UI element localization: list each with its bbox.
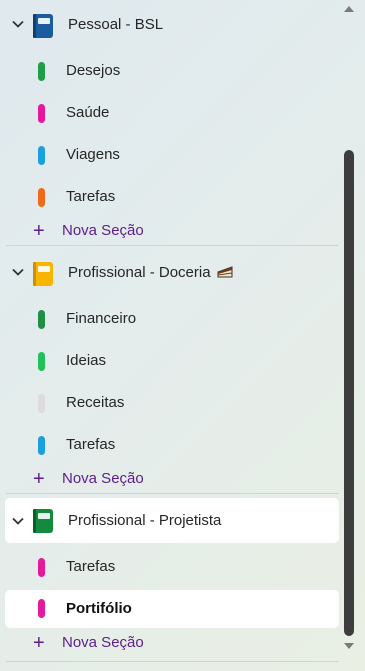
section-saude[interactable]: Saúde — [0, 92, 340, 134]
section-label: Saúde — [66, 104, 110, 121]
section-color-tab — [38, 188, 45, 207]
plus-icon: + — [33, 220, 45, 242]
notebook-icon — [33, 509, 53, 533]
scrollbar-thumb[interactable] — [344, 150, 354, 636]
divider — [6, 493, 339, 494]
section-label: Tarefas — [66, 188, 116, 205]
section-tarefas[interactable]: Tarefas — [0, 546, 340, 588]
chevron-down-icon[interactable] — [12, 515, 24, 527]
section-label: Portifólio — [66, 600, 132, 617]
section-label: Viagens — [66, 146, 120, 163]
section-color-tab — [38, 146, 45, 165]
notebook-pessoal-bsl[interactable]: Pessoal - BSL — [0, 4, 340, 46]
add-section-label: Nova Seção — [62, 470, 144, 487]
chevron-down-icon[interactable] — [12, 18, 24, 30]
notebook-name: Profissional - Doceria — [68, 264, 211, 281]
notebook-label: Pessoal - BSL — [68, 16, 164, 33]
notebook-profissional-doceria[interactable]: Profissional - Doceria — [0, 252, 340, 294]
section-color-tab — [38, 62, 45, 81]
section-color-tab — [38, 436, 45, 455]
notebook-icon — [33, 262, 53, 286]
notebook-profissional-projetista[interactable]: Profissional - Projetista — [5, 498, 339, 543]
chevron-down-icon[interactable] — [12, 266, 24, 278]
notebook-label: Profissional - Doceria — [68, 252, 233, 294]
section-color-tab — [38, 352, 45, 371]
section-label: Tarefas — [66, 558, 116, 575]
section-label: Ideias — [66, 352, 107, 369]
add-section-button[interactable]: + Nova Seção — [0, 216, 340, 246]
divider — [6, 245, 339, 246]
add-section-button[interactable]: + Nova Seção — [0, 628, 340, 658]
plus-icon: + — [33, 632, 45, 654]
section-ideias[interactable]: Ideias — [0, 340, 340, 382]
scroll-down-arrow-icon[interactable] — [344, 643, 354, 649]
section-tarefas[interactable]: Tarefas — [0, 176, 340, 218]
cake-icon — [217, 266, 233, 278]
section-color-tab — [38, 558, 45, 577]
add-section-label: Nova Seção — [62, 222, 144, 239]
section-color-tab — [38, 599, 45, 618]
section-label: Receitas — [66, 394, 125, 411]
section-color-tab — [38, 310, 45, 329]
add-section-label: Nova Seção — [62, 634, 144, 651]
section-color-tab — [38, 104, 45, 123]
notebook-navigation-pane: Pessoal - BSL Desejos Saúde Viagens Tare… — [0, 0, 340, 671]
divider — [6, 661, 339, 662]
section-label: Tarefas — [66, 436, 116, 453]
section-label: Financeiro — [66, 310, 137, 327]
scroll-up-arrow-icon[interactable] — [344, 6, 354, 12]
section-tarefas[interactable]: Tarefas — [0, 424, 340, 466]
section-portifolio[interactable]: Portifólio — [5, 590, 339, 628]
plus-icon: + — [33, 468, 45, 490]
section-label: Desejos — [66, 62, 121, 79]
section-financeiro[interactable]: Financeiro — [0, 298, 340, 340]
notebook-icon — [33, 14, 53, 38]
notebook-label: Profissional - Projetista — [68, 512, 222, 529]
section-desejos[interactable]: Desejos — [0, 50, 340, 92]
section-receitas[interactable]: Receitas — [0, 382, 340, 424]
add-section-button[interactable]: + Nova Seção — [0, 464, 340, 494]
section-viagens[interactable]: Viagens — [0, 134, 340, 176]
section-color-tab — [38, 394, 45, 413]
